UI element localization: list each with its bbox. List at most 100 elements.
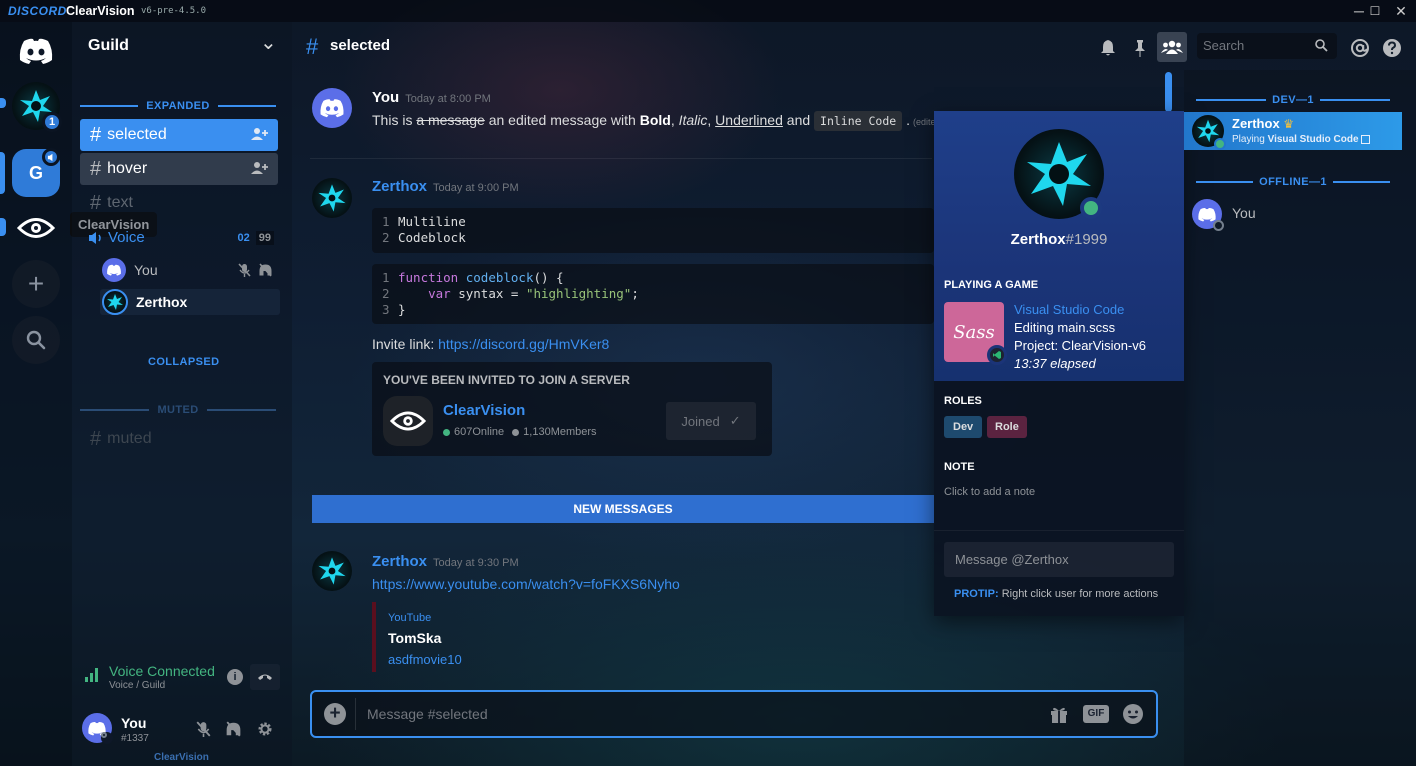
status-online-icon [1214,138,1226,150]
app-version: v6-pre-4.5.0 [141,6,207,16]
line-number: 1 [382,214,390,229]
maximize-button[interactable]: ☐ [1362,2,1388,20]
voice-connected-label[interactable]: Voice Connected [109,663,215,679]
message-header: Zerthox Today at 9:30 PM [372,553,519,570]
help-icon[interactable] [1380,36,1404,60]
channel-title: selected [330,37,391,54]
channel-muted[interactable]: # muted [80,423,278,455]
online-label: Online [472,426,505,438]
code-keyword: var [428,286,451,301]
voice-user-limit: 99 [255,230,274,245]
home-button[interactable] [12,27,60,75]
activity-prefix: Playing [1232,134,1268,145]
codeblock: 1 Multiline 2 Codeblock [372,208,934,253]
code-keyword: function [398,270,459,285]
embed-title[interactable]: asdfmovie10 [388,652,932,667]
voice-location[interactable]: Voice / Guild [109,680,165,691]
add-guild-button[interactable]: + [12,260,60,308]
search-icon [1315,39,1328,55]
message-link[interactable]: https://www.youtube.com/watch?v=foFKXS6N… [372,576,680,592]
message-avatar[interactable] [312,551,352,591]
code-text: ; [631,286,639,301]
app-title: ClearVision [66,4,135,18]
channel-selected[interactable]: # selected [80,119,278,151]
message-author[interactable]: Zerthox [372,178,427,195]
category-muted[interactable]: MUTED [80,404,277,416]
invite-server-name[interactable]: ClearVision [443,402,525,419]
online-dot-icon [443,428,450,436]
message-avatar[interactable] [312,178,352,218]
voice-user[interactable]: Zerthox [100,289,280,315]
info-icon[interactable]: i [227,669,243,685]
embed-provider[interactable]: YouTube [388,612,932,624]
new-messages-bar[interactable]: NEW MESSAGES [312,495,934,523]
add-user-icon[interactable] [250,127,268,144]
pin-icon[interactable] [1128,36,1152,60]
deafened-icon [259,263,272,277]
close-button[interactable]: ✕ [1388,2,1414,20]
channel-hover[interactable]: # hover [80,153,278,185]
emoji-icon[interactable] [1122,703,1144,728]
member-name[interactable]: You [1232,205,1256,221]
voice-channel[interactable]: Voice 02 99 [88,229,274,246]
embed-author[interactable]: TomSka [388,630,932,646]
add-user-icon[interactable] [250,161,268,178]
channel-text[interactable]: # text [80,187,278,219]
category-collapsed[interactable]: COLLAPSED [148,356,219,368]
popout-divider [934,530,1184,531]
message-divider [310,158,932,159]
speaker-icon [89,231,101,244]
guild-unread-pill [0,218,6,236]
member-list-button[interactable] [1157,32,1187,62]
message-timestamp: Today at 8:00 PM [405,93,491,105]
category-expanded[interactable]: EXPANDED [80,100,277,112]
message-input[interactable]: Message #selected [367,706,488,722]
hash-icon: # [90,123,102,146]
line-number: 2 [382,230,390,245]
message-timestamp: Today at 9:00 PM [433,182,519,194]
role-badge[interactable]: Role [987,416,1027,438]
underlined-text: Underlined [715,112,783,128]
guild-unread-pill [0,98,6,108]
popout-message-input[interactable]: Message @Zerthox [944,542,1174,577]
chevron-down-icon[interactable]: ⌄ [260,30,277,55]
note-input[interactable]: Click to add a note [944,486,1035,498]
status-online-icon [1080,197,1102,219]
guild-name[interactable]: Guild [88,37,129,55]
plus-icon: + [329,703,341,724]
invite-server-icon[interactable] [383,396,433,446]
gif-button[interactable]: GIF [1083,705,1109,723]
user-avatar[interactable] [82,713,113,744]
clearvision-guild-icon[interactable] [12,204,60,252]
voice-user-count: 02 [237,231,250,244]
role-badge[interactable]: Dev [944,416,983,438]
code-string: "highlighting" [525,286,632,301]
text: , [670,112,679,128]
discover-button[interactable] [12,316,60,364]
message-author[interactable]: Zerthox [372,553,427,570]
playing-label: PLAYING A GAME [944,279,1039,291]
line-number: 3 [382,302,390,317]
mute-button[interactable] [196,721,211,740]
joined-button[interactable]: Joined ✓ [666,402,756,440]
gift-icon[interactable] [1049,704,1069,727]
game-details: Editing main.scss [1014,320,1116,335]
code-text: syntax = [450,286,526,301]
notification-bell-icon[interactable] [1096,36,1120,60]
inline-code: Inline Code [814,111,903,131]
disconnect-button[interactable] [250,664,280,690]
message-author[interactable]: You [372,89,399,106]
settings-button[interactable] [257,721,273,740]
voice-user[interactable]: You [102,257,272,283]
scrollbar-thumb[interactable] [1165,72,1172,112]
text: and [782,112,815,128]
upload-button[interactable]: + [324,703,346,725]
channel-label: selected [107,126,167,143]
text: an edited message with [484,112,640,128]
message-avatar[interactable] [312,88,352,128]
hash-icon: # [90,191,102,214]
popout-message-placeholder: Message @Zerthox [955,552,1069,567]
deafen-button[interactable] [226,721,241,740]
invite-link[interactable]: https://discord.gg/HmVKer8 [438,336,609,352]
mentions-icon[interactable] [1348,36,1372,60]
